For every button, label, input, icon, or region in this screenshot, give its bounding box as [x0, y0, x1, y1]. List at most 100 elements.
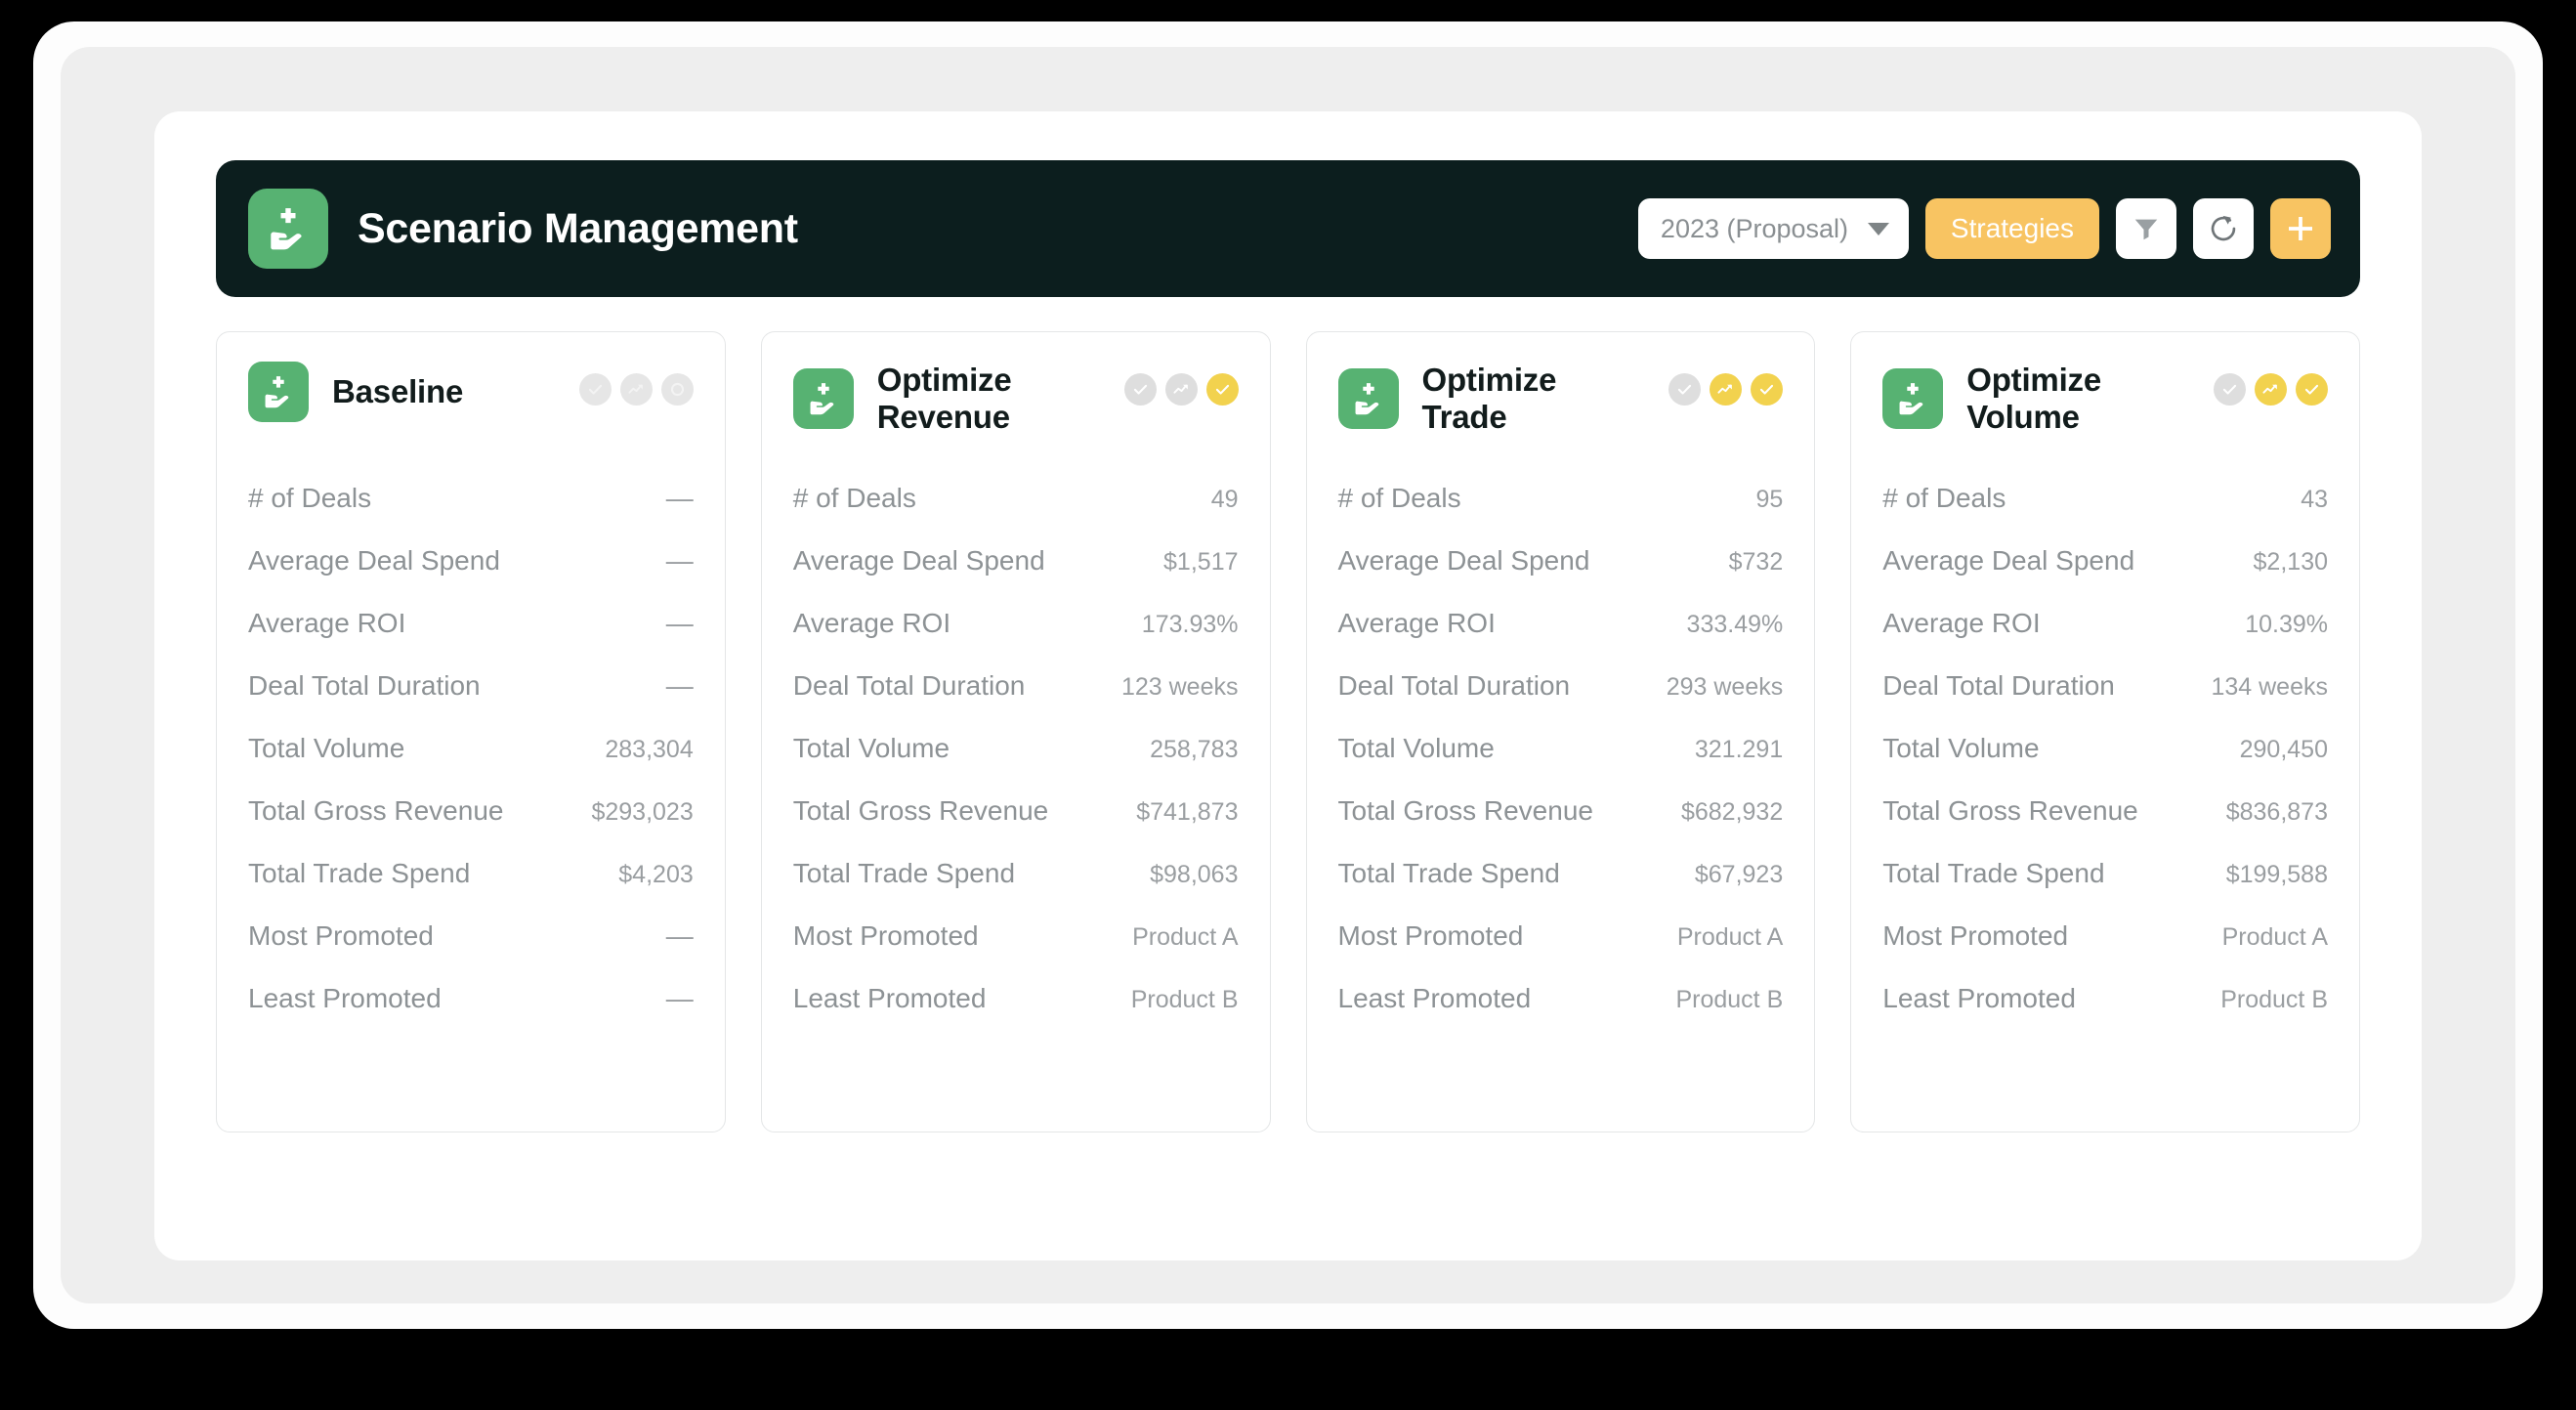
scenario-logo-icon — [793, 368, 854, 429]
status-check-icon[interactable] — [2296, 373, 2328, 406]
metric-row: Average Deal Spend — — [248, 530, 694, 592]
metric-value: Product B — [1131, 986, 1239, 1014]
metric-row: Total Trade Spend $4,203 — [248, 842, 694, 905]
status-trend-up-icon[interactable] — [620, 373, 653, 406]
metric-value: — — [666, 920, 694, 952]
chevron-down-icon — [1868, 223, 1889, 235]
metric-value: — — [666, 545, 694, 577]
status-trend-up-icon[interactable] — [1710, 373, 1742, 406]
scenario-title: Baseline — [332, 373, 463, 410]
metric-row: Total Volume 321.291 — [1338, 717, 1784, 780]
metric-value: $836,873 — [2226, 798, 2328, 827]
year-select[interactable]: 2023 (Proposal) — [1638, 198, 1909, 259]
metric-value: 134 weeks — [2211, 673, 2328, 702]
metric-value: 49 — [1211, 486, 1239, 514]
metric-row: # of Deals 95 — [1338, 467, 1784, 530]
filter-button[interactable] — [2116, 198, 2176, 259]
scenario-status-icons — [579, 362, 694, 406]
scenario-metrics: # of Deals 49 Average Deal Spend $1,517 … — [793, 467, 1239, 1030]
scenario-logo-icon — [248, 362, 309, 422]
metric-value: $67,923 — [1695, 861, 1783, 889]
metric-label: Total Gross Revenue — [1338, 795, 1593, 827]
metric-value: Product A — [1677, 923, 1783, 952]
scenario-card-header: Optimize Revenue — [793, 362, 1239, 455]
metric-label: Deal Total Duration — [1338, 670, 1571, 702]
metric-label: Least Promoted — [1338, 983, 1532, 1014]
status-check-icon[interactable] — [1751, 373, 1783, 406]
metric-label: # of Deals — [248, 483, 371, 514]
metric-value: — — [666, 983, 694, 1014]
metric-row: Least Promoted Product B — [1882, 967, 2328, 1030]
metric-row: Deal Total Duration 134 weeks — [1882, 655, 2328, 717]
metric-value: 10.39% — [2245, 611, 2328, 639]
metric-value: $1,517 — [1163, 548, 1238, 577]
metric-label: Total Volume — [1882, 733, 2039, 764]
status-trend-up-icon[interactable] — [2255, 373, 2287, 406]
scenario-title: Optimize Revenue — [877, 362, 1087, 436]
metric-row: Average ROI 333.49% — [1338, 592, 1784, 655]
metric-value: Product B — [1675, 986, 1783, 1014]
metric-value: 293 weeks — [1667, 673, 1784, 702]
metric-row: Most Promoted Product A — [1338, 905, 1784, 967]
metric-value: $199,588 — [2226, 861, 2328, 889]
year-select-value: 2023 (Proposal) — [1661, 214, 1848, 244]
strategies-button[interactable]: Strategies — [1925, 198, 2099, 259]
status-check-icon[interactable] — [1124, 373, 1157, 406]
metric-row: Average ROI — — [248, 592, 694, 655]
metric-row: Most Promoted Product A — [793, 905, 1239, 967]
metric-row: # of Deals 43 — [1882, 467, 2328, 530]
metric-row: Most Promoted — — [248, 905, 694, 967]
metric-value: 95 — [1755, 486, 1783, 514]
metric-row: Average ROI 173.93% — [793, 592, 1239, 655]
metric-value: 290,450 — [2240, 736, 2328, 764]
metric-value: 43 — [2301, 486, 2328, 514]
scenario-card[interactable]: Optimize Trade — [1306, 331, 1816, 1132]
metric-label: Average Deal Spend — [1882, 545, 2134, 577]
status-check-icon[interactable] — [1206, 373, 1239, 406]
metric-value: 321.291 — [1695, 736, 1783, 764]
metric-value: Product A — [1132, 923, 1238, 952]
app-header: Scenario Management 2023 (Proposal) Stra… — [216, 160, 2360, 297]
status-check-icon[interactable] — [2214, 373, 2246, 406]
metric-row: Least Promoted Product B — [793, 967, 1239, 1030]
metric-row: Deal Total Duration — — [248, 655, 694, 717]
content-area: Scenario Management 2023 (Proposal) Stra… — [154, 111, 2422, 1260]
metric-row: Average Deal Spend $732 — [1338, 530, 1784, 592]
status-check-icon[interactable] — [1668, 373, 1701, 406]
page-title: Scenario Management — [358, 205, 798, 253]
metric-row: Least Promoted — — [248, 967, 694, 1030]
scenario-card[interactable]: Optimize Revenue — [761, 331, 1271, 1132]
metric-label: Average Deal Spend — [248, 545, 500, 577]
metric-label: Most Promoted — [1338, 920, 1524, 952]
scenario-card[interactable]: Optimize Volume — [1850, 331, 2360, 1132]
refresh-button[interactable] — [2193, 198, 2254, 259]
metric-row: Total Trade Spend $98,063 — [793, 842, 1239, 905]
metric-value: $2,130 — [2254, 548, 2328, 577]
metric-label: Least Promoted — [1882, 983, 2076, 1014]
metric-row: Total Volume 283,304 — [248, 717, 694, 780]
status-check-icon[interactable] — [579, 373, 612, 406]
scenario-card-identity: Optimize Revenue — [793, 362, 1087, 436]
metric-label: Average Deal Spend — [1338, 545, 1590, 577]
metric-row: Total Gross Revenue $836,873 — [1882, 780, 2328, 842]
metric-label: Total Gross Revenue — [1882, 795, 2137, 827]
metric-label: Average ROI — [1338, 608, 1496, 639]
device-frame: Scenario Management 2023 (Proposal) Stra… — [33, 21, 2543, 1329]
scenario-card-identity: Baseline — [248, 362, 463, 422]
metric-value: $293,023 — [591, 798, 693, 827]
scenario-card[interactable]: Baseline — [216, 331, 726, 1132]
scenario-cards: Baseline — [216, 331, 2360, 1132]
metric-value: $4,203 — [618, 861, 693, 889]
status-trend-up-icon[interactable] — [1165, 373, 1198, 406]
app-panel: Scenario Management 2023 (Proposal) Stra… — [61, 47, 2515, 1303]
metric-value: $741,873 — [1136, 798, 1238, 827]
strategies-button-label: Strategies — [1951, 213, 2074, 244]
metric-row: Total Gross Revenue $293,023 — [248, 780, 694, 842]
metric-row: Total Trade Spend $199,588 — [1882, 842, 2328, 905]
status-circle-ring-icon[interactable] — [661, 373, 694, 406]
metric-label: Total Trade Spend — [1338, 858, 1560, 889]
add-scenario-button[interactable] — [2270, 198, 2331, 259]
metric-row: # of Deals 49 — [793, 467, 1239, 530]
metric-label: Total Gross Revenue — [793, 795, 1048, 827]
metric-label: Average ROI — [1882, 608, 2040, 639]
